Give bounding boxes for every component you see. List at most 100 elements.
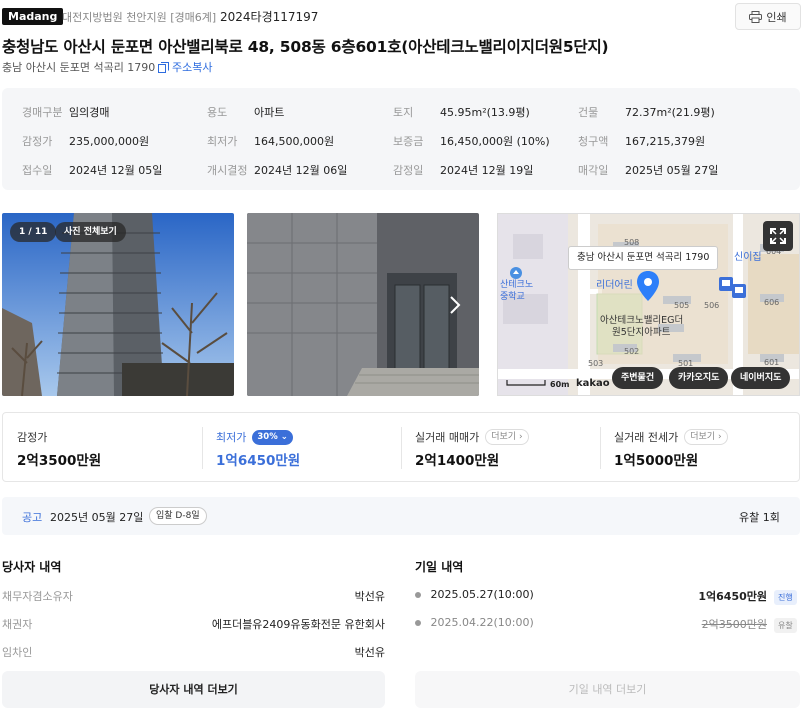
map-label: 중학교 [500,292,525,302]
chevron-right-icon[interactable] [449,295,461,315]
dday-badge: 입찰 D-8일 [149,507,207,525]
notice-label: 공고 [22,511,43,524]
info-label: 감정가 [22,135,53,148]
real-jeonse-more-button[interactable]: 더보기 › [684,429,728,445]
date-price: 2억3500만원 [701,618,767,631]
kakao-logo: kakao [576,378,610,389]
date-value: 2025.05.27(10:00) [430,588,534,601]
notice-bar: 공고 2025년 05월 27일 입찰 D-8일 유찰 1회 [2,497,800,535]
copy-address-label: 주소복사 [172,61,213,74]
date-value: 2025.04.22(10:00) [430,616,534,629]
map-label: 502 [624,347,640,356]
map-scale-bar [506,380,546,386]
chevron-right-icon: › [518,432,523,442]
info-value: 235,000,000원 [69,135,150,148]
copy-icon [158,61,169,73]
logo: Madang [2,8,64,25]
party-name: 에프더블유2409유동화전문 유한회사 [211,618,385,631]
appraised-price-card: 감정가 2억3500만원 [3,413,202,483]
map-label: 신이집 [734,252,762,263]
appraised-price-value: 2억3500만원 [17,453,102,469]
date-price: 1억6450만원 [698,590,767,603]
party-role: 채무자겸소유자 [2,590,73,603]
more-label: 더보기 [690,432,716,442]
info-value: 2024년 12월 06일 [254,164,348,177]
print-button[interactable]: 인쇄 [735,3,801,30]
info-label: 접수일 [22,164,53,177]
info-grid: 경매구분 임의경매 용도 아파트 토지 45.95m²(13.9평) 건물 72… [2,88,800,190]
dates-more-button[interactable]: 기일 내역 더보기 [415,671,800,708]
real-jeonse-price-card: 실거래 전세가 더보기 › 1억5000만원 [600,413,799,483]
bus-stop-icon [719,277,733,291]
info-value: 45.95m²(13.9평) [440,106,530,119]
entrance-photo-image [247,213,479,396]
real-sale-price-label: 실거래 매매가 [415,431,480,444]
info-value: 16,450,000원 (10%) [440,135,550,148]
location-pin-icon [637,271,659,301]
date-row: 2025.05.27(10:00) [415,588,534,601]
map-label: 601 [764,358,780,367]
chevron-down-icon: ⌄ [280,431,288,442]
lot-address: 충남 아산시 둔포면 석곡리 1790 [2,61,156,74]
photo-building[interactable]: 1 / 11 사진 전체보기 [2,213,234,396]
info-label: 매각일 [578,164,609,177]
minimum-price-label: 최저가 [216,431,247,444]
map-address-popup: 충남 아산시 둔포면 석곡리 1790 [568,246,719,270]
map-label: 506 [704,301,720,310]
parties-more-button[interactable]: 당사자 내역 더보기 [2,671,385,708]
status-dot [415,592,421,598]
discount-badge-text: 30% [257,431,278,442]
map-label: 원5단지아파트 [612,327,671,338]
status-badge: 유찰 [774,618,797,633]
info-value: 아파트 [254,106,285,119]
info-label: 개시결정 [207,164,248,177]
map-label: 606 [764,298,780,307]
info-label: 용도 [207,106,228,119]
real-sale-price-value: 2억1400만원 [415,453,500,469]
map-label: 리더어린 [596,280,633,291]
info-label: 청구액 [578,135,609,148]
result-count: 유찰 1회 [739,511,780,524]
more-label: 더보기 [491,432,517,442]
party-role: 채권자 [2,618,33,631]
photo-entrance[interactable] [247,213,479,396]
real-sale-more-button[interactable]: 더보기 › [485,429,529,445]
info-value: 167,215,379원 [625,135,706,148]
party-name: 박선유 [354,590,385,603]
dates-title: 기일 내역 [415,560,464,574]
naver-map-button[interactable]: 네이버지도 [731,367,791,389]
info-value: 2025년 05월 27일 [625,164,719,177]
info-label: 건물 [578,106,599,119]
info-value: 임의경매 [69,106,110,119]
info-label: 최저가 [207,135,238,148]
nearby-properties-button[interactable]: 주변물건 [612,367,664,389]
info-label: 감정일 [393,164,424,177]
parties-title: 당사자 내역 [2,560,62,574]
bus-stop-icon [732,284,746,298]
case-number: 2024타경117197 [220,10,319,24]
party-name: 박선유 [354,646,385,659]
fullscreen-button[interactable] [763,221,793,251]
map-scale-label: 60m [550,380,570,389]
info-value: 2024년 12월 19일 [440,164,534,177]
info-label: 토지 [393,106,414,119]
info-value: 72.37m²(21.9평) [625,106,715,119]
real-jeonse-price-label: 실거래 전세가 [614,431,679,444]
appraised-price-label: 감정가 [17,431,48,444]
info-label: 경매구분 [22,106,63,119]
view-all-photos-button[interactable]: 사진 전체보기 [55,222,126,242]
expand-icon [770,228,786,244]
minimum-price-card: 최저가 30% ⌄ 1억6450만원 [202,413,401,483]
school-icon [510,267,522,279]
price-summary: 감정가 2억3500만원 최저가 30% ⌄ 1억6450만원 실거래 매매가 … [2,412,800,482]
info-label: 보증금 [393,135,424,148]
info-value: 164,500,000원 [254,135,335,148]
kakao-map-button[interactable]: 카카오지도 [669,367,729,389]
photo-counter: 1 / 11 [10,222,57,242]
court-name: 대전지방법원 천안지원 [경매6계] [62,11,217,24]
page-title: 충청남도 아산시 둔포면 아산밸리북로 48, 508동 6층601호(아산테크… [2,38,609,56]
date-row: 2025.04.22(10:00) [415,616,534,629]
copy-address-button[interactable]: 주소복사 [158,59,212,75]
discount-badge[interactable]: 30% ⌄ [252,429,293,445]
chevron-right-icon: › [717,432,722,442]
